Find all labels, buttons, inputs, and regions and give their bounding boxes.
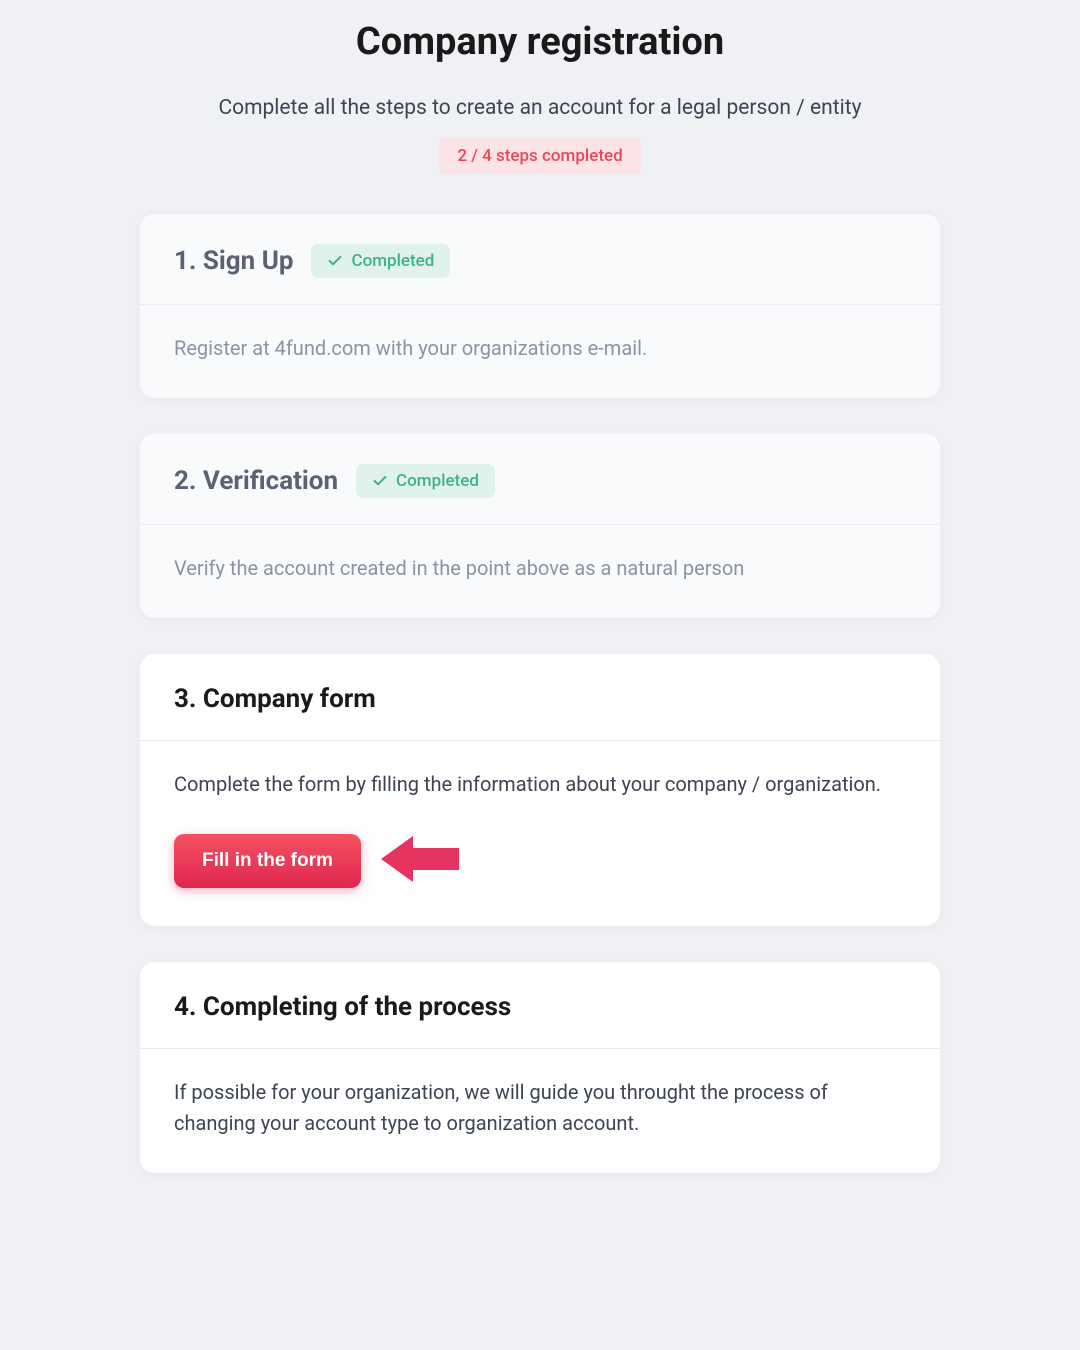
progress-badge: 2 / 4 steps completed xyxy=(439,138,640,174)
step-description: Register at 4fund.com with your organiza… xyxy=(174,333,906,364)
step-description: Verify the account created in the point … xyxy=(174,553,906,584)
action-row: Fill in the form xyxy=(174,800,906,892)
page-title: Company registration xyxy=(140,20,940,64)
step-description: If possible for your organization, we wi… xyxy=(174,1077,906,1139)
step-title: 3. Company form xyxy=(174,684,376,714)
fill-form-button[interactable]: Fill in the form xyxy=(174,834,361,888)
completed-badge: Completed xyxy=(356,464,495,498)
arrow-left-icon xyxy=(379,830,463,892)
step-body: Register at 4fund.com with your organiza… xyxy=(140,305,940,398)
registration-container: Company registration Complete all the st… xyxy=(100,20,980,1173)
check-icon xyxy=(327,253,343,269)
step-title: 4. Completing of the process xyxy=(174,992,511,1022)
step-header: 2. Verification Completed xyxy=(140,434,940,525)
completed-badge: Completed xyxy=(311,244,450,278)
step-card-verification: 2. Verification Completed Verify the acc… xyxy=(140,434,940,618)
step-body: Verify the account created in the point … xyxy=(140,525,940,618)
step-card-completing-process: 4. Completing of the process If possible… xyxy=(140,962,940,1173)
completed-label: Completed xyxy=(396,471,479,491)
step-body: Complete the form by filling the informa… xyxy=(140,741,940,926)
step-card-signup: 1. Sign Up Completed Register at 4fund.c… xyxy=(140,214,940,398)
page-subtitle: Complete all the steps to create an acco… xyxy=(140,96,940,120)
completed-label: Completed xyxy=(351,251,434,271)
step-header: 4. Completing of the process xyxy=(140,962,940,1049)
step-card-company-form: 3. Company form Complete the form by fil… xyxy=(140,654,940,926)
step-header: 3. Company form xyxy=(140,654,940,741)
step-description: Complete the form by filling the informa… xyxy=(174,769,906,800)
step-body: If possible for your organization, we wi… xyxy=(140,1049,940,1173)
step-title: 2. Verification xyxy=(174,466,338,496)
step-title: 1. Sign Up xyxy=(174,246,293,276)
step-header: 1. Sign Up Completed xyxy=(140,214,940,305)
check-icon xyxy=(372,473,388,489)
